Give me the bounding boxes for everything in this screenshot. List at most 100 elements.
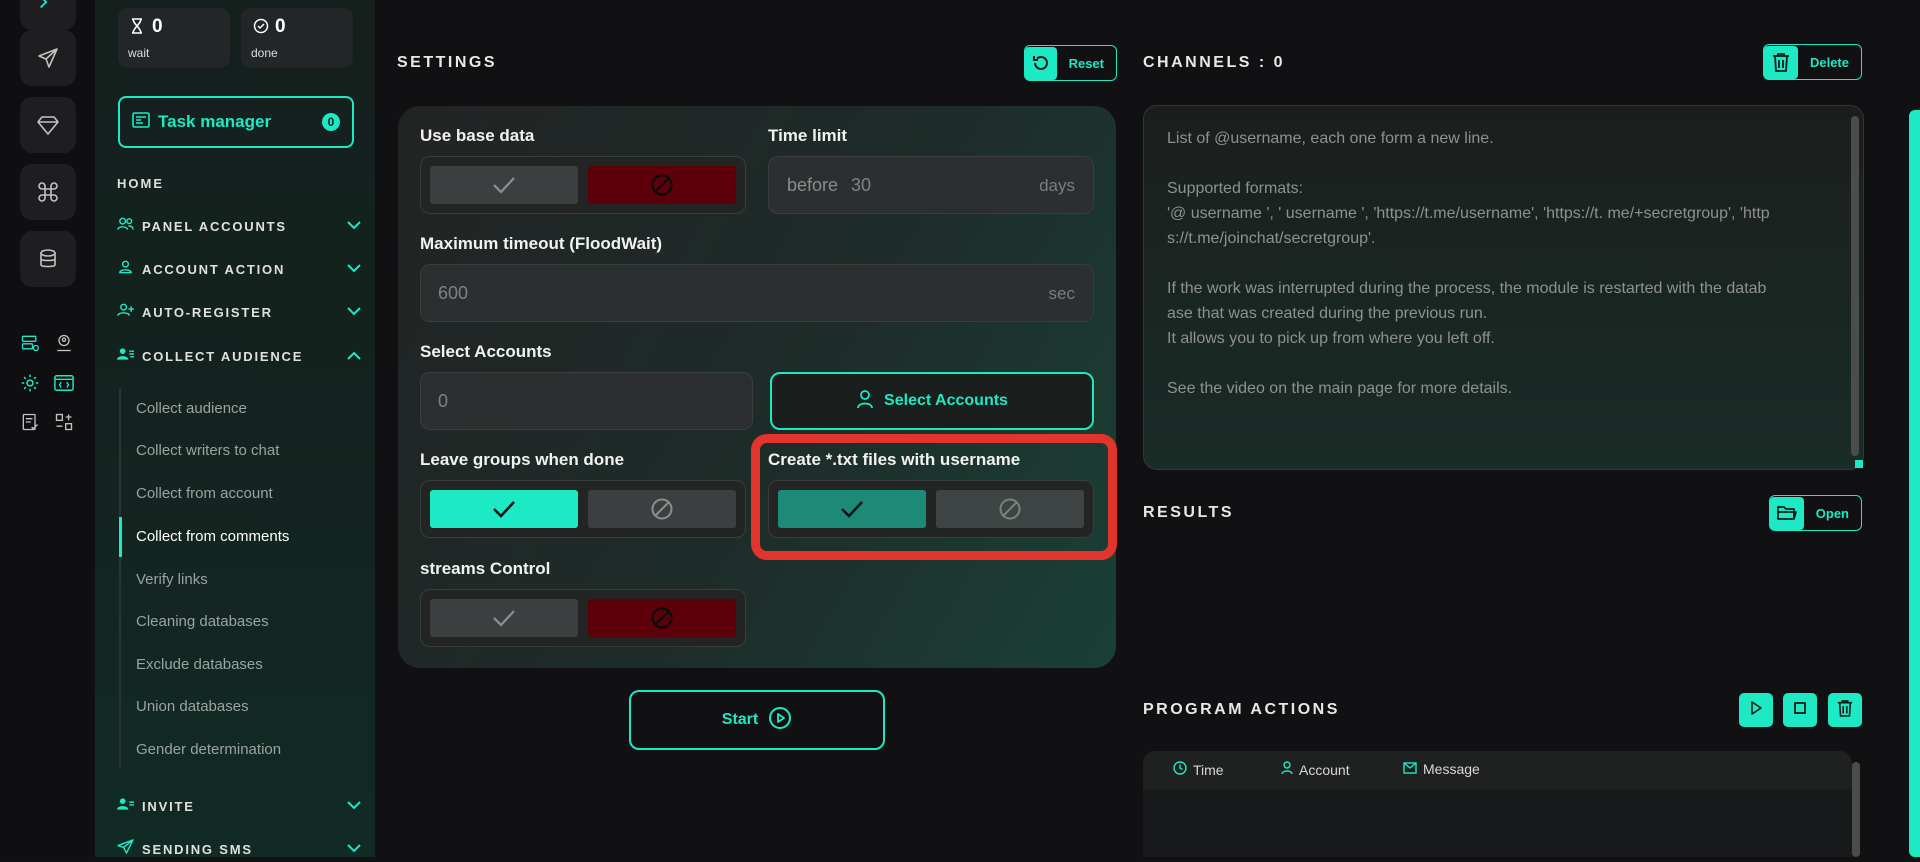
use-base-data-toggle [420, 156, 746, 214]
max-timeout-value: 600 [438, 283, 469, 303]
max-timeout-label: Maximum timeout (FloodWait) [420, 234, 663, 253]
page-scrollbar[interactable] [1909, 110, 1920, 857]
nav-invite-label: INVITE [142, 798, 195, 814]
diamond-icon[interactable] [20, 97, 76, 153]
play-button[interactable] [1739, 693, 1773, 727]
sidebar-item-collect-writers[interactable]: Collect writers to chat [136, 442, 279, 459]
column-message[interactable]: Message [1403, 761, 1480, 777]
gear-icon[interactable] [19, 372, 41, 394]
time-limit-suffix: days [1039, 176, 1075, 195]
task-board-icon [132, 111, 150, 134]
sidebar-item-cleaning-databases[interactable]: Cleaning databases [136, 613, 269, 630]
user-add-icon [117, 303, 134, 322]
user-location-icon[interactable] [53, 332, 75, 354]
time-limit-prefix: before [787, 175, 839, 195]
grid-tools-icon[interactable] [53, 411, 75, 433]
command-icon[interactable] [20, 164, 76, 220]
checklist-icon[interactable] [19, 411, 41, 433]
nav-account-action-label: ACCOUNT ACTION [142, 261, 286, 277]
sidebar-item-exclude-databases[interactable]: Exclude databases [136, 656, 263, 673]
column-time-label: Time [1193, 761, 1224, 778]
use-base-data-no[interactable] [588, 166, 736, 204]
send-icon [117, 839, 134, 859]
program-actions-log: Time Account Message [1143, 751, 1852, 857]
chevron-down-icon [347, 217, 361, 235]
resize-handle[interactable] [1855, 460, 1863, 468]
nav-home[interactable]: HOME [117, 176, 164, 191]
time-limit-field[interactable]: before 30 days [768, 156, 1094, 214]
program-actions-title: PROGRAM ACTIONS [1143, 701, 1340, 718]
send-icon[interactable] [20, 30, 76, 86]
sidebar-item-gender-determination[interactable]: Gender determination [136, 741, 281, 758]
max-timeout-suffix: sec [1048, 284, 1075, 303]
user-icon [117, 260, 134, 279]
column-account-label: Account [1299, 761, 1350, 778]
server-settings-icon[interactable] [19, 332, 41, 354]
sidebar-item-collect-from-account[interactable]: Collect from account [136, 485, 273, 502]
open-button[interactable]: Open [1769, 495, 1862, 531]
sidebar-item-verify-links[interactable]: Verify links [136, 571, 208, 588]
wait-label: wait [128, 46, 150, 60]
database-icon[interactable] [20, 231, 76, 287]
audience-icon [117, 347, 134, 366]
terminal-icon[interactable] [20, 0, 76, 30]
folder-icon [1770, 496, 1804, 530]
start-label: Start [721, 711, 759, 728]
icon-rail [0, 0, 95, 857]
nav-invite[interactable]: INVITE [117, 793, 361, 819]
sidebar-item-collect-audience[interactable]: Collect audience [136, 400, 247, 417]
stop-button[interactable] [1783, 693, 1817, 727]
task-manager-button[interactable]: Task manager 0 [118, 96, 354, 148]
nav-auto-register[interactable]: AUTO-REGISTER [117, 299, 361, 325]
streams-control-yes[interactable] [430, 599, 578, 637]
leave-groups-toggle [420, 480, 746, 538]
sidebar-item-collect-from-comments[interactable]: Collect from comments [136, 528, 289, 545]
time-limit-value: 30 [851, 175, 872, 195]
channels-scrollbar[interactable] [1851, 116, 1859, 456]
streams-control-no[interactable] [588, 599, 736, 637]
settings-title: SETTINGS [397, 54, 498, 71]
select-accounts-button-label: Select Accounts [884, 392, 1008, 409]
code-window-icon[interactable] [53, 372, 75, 394]
hourglass-icon [130, 18, 144, 39]
reset-button[interactable]: Reset [1024, 45, 1117, 81]
max-timeout-field[interactable]: 600 sec [420, 264, 1094, 322]
select-accounts-label: Select Accounts [420, 342, 552, 361]
select-accounts-button[interactable]: Select Accounts [770, 372, 1094, 430]
results-title: RESULTS [1143, 504, 1234, 521]
leave-groups-no[interactable] [588, 490, 736, 528]
column-account[interactable]: Account [1281, 761, 1350, 778]
active-item-marker [119, 517, 122, 557]
channels-placeholder: List of @username, each one form a new l… [1167, 130, 1770, 397]
chevron-down-icon [347, 303, 361, 321]
log-scrollbar[interactable] [1852, 762, 1860, 857]
clear-log-button[interactable] [1828, 693, 1862, 727]
channels-textarea[interactable]: List of @username, each one form a new l… [1143, 105, 1864, 470]
chevron-down-icon [347, 797, 361, 815]
nav-account-action[interactable]: ACCOUNT ACTION [117, 256, 361, 282]
channels-title: CHANNELS : 0 [1143, 54, 1286, 71]
selected-accounts-count-field[interactable]: 0 [420, 372, 753, 430]
nav-sending-sms[interactable]: SENDING SMS [117, 836, 361, 862]
leave-groups-yes[interactable] [430, 490, 578, 528]
delete-button[interactable]: Delete [1763, 44, 1862, 80]
highlight-outline [751, 434, 1117, 560]
column-time[interactable]: Time [1173, 761, 1224, 778]
sidebar: 0 wait 0 done Task manager 0 HOME PANEL … [95, 0, 375, 857]
chevron-up-icon [347, 347, 361, 365]
done-counter: 0 done [241, 8, 353, 68]
nav-collect-audience[interactable]: COLLECT AUDIENCE [117, 343, 361, 369]
streams-control-toggle [420, 589, 746, 647]
start-button[interactable]: Start [629, 690, 885, 750]
streams-control-label: streams Control [420, 559, 551, 578]
leave-groups-label: Leave groups when done [420, 450, 625, 469]
check-circle-icon [253, 18, 269, 39]
nav-panel-accounts[interactable]: PANEL ACCOUNTS [117, 213, 361, 239]
trash-icon [1837, 699, 1853, 722]
use-base-data-yes[interactable] [430, 166, 578, 204]
play-icon [1749, 700, 1763, 720]
stop-icon [1793, 701, 1807, 720]
wait-count: 0 [152, 16, 163, 37]
sidebar-item-union-databases[interactable]: Union databases [136, 698, 249, 715]
nav-panel-accounts-label: PANEL ACCOUNTS [142, 218, 287, 234]
